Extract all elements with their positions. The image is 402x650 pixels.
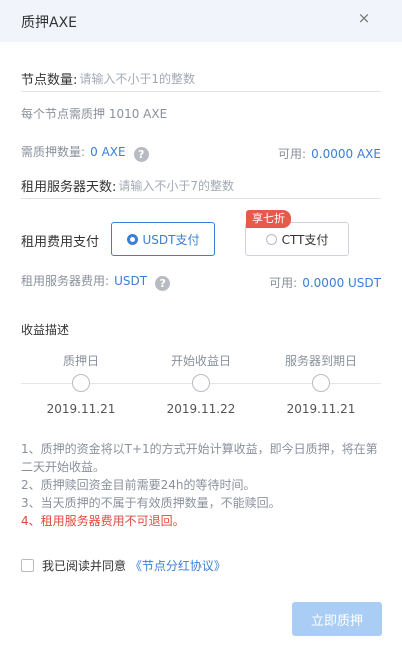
payment-label: 租用费用支付 [21,235,100,250]
earnings-title: 收益描述 [21,323,70,337]
pay-usdt-option[interactable]: USDT支付 [111,222,215,256]
pay-usdt-label: USDT支付 [142,232,200,247]
available-label: 可用: [278,147,307,161]
timeline-dot [312,374,330,392]
agreement-label: 我已阅读并同意 [42,559,127,573]
note-item: 1、质押的资金将以T+1的方式开始计算收益，即今日质押，将在第二天开始收益。 [21,442,378,474]
node-count-field: 节点数量: [21,66,381,92]
step-date: 2019.11.21 [286,402,356,416]
agreement-link[interactable]: 《节点分红协议》 [130,559,226,573]
pledge-available: 可用: 0.0000 AXE [278,143,381,162]
step-date: 2019.11.21 [46,402,116,416]
dialog-title: 质押AXE [21,15,78,31]
notes-list: 1、质押的资金将以T+1的方式开始计算收益，即今日质押，将在第二天开始收益。 2… [21,440,383,530]
server-fee-label: 租用服务器费用: [21,274,110,288]
note-item: 2、质押赎回资金目前需要24h的等待时间。 [21,478,256,492]
step-label: 开始收益日 [170,354,231,368]
help-icon[interactable]: ? [155,276,171,291]
agree-checkbox[interactable] [21,559,34,572]
discount-badge: 享七折 [246,210,291,228]
available-value: 0.0000 AXE [311,147,381,161]
server-fee-row: 租用服务器费用: USDT ? [21,270,171,291]
rent-days-input[interactable] [116,178,381,193]
dialog-header: 质押AXE × [0,0,402,42]
pledge-amount-label: 需质押数量: [21,145,86,159]
node-count-input[interactable] [77,71,381,86]
pledge-amount-row: 需质押数量: 0 AXE ? [21,141,149,162]
help-icon[interactable]: ? [133,147,149,162]
available-value: 0.0000 USDT [302,276,381,290]
note-item-warning: 4、租用服务器费用不可退回。 [21,514,185,528]
timeline-dot [192,374,210,392]
timeline-dot [72,374,90,392]
rent-days-label: 租用服务器天数: [21,180,117,195]
server-fee-available: 可用: 0.0000 USDT [269,272,381,291]
submit-pledge-button[interactable]: 立即质押 [292,602,382,636]
note-item: 3、当天质押的不属于有效质押数量，不能赎回。 [21,496,281,510]
rent-days-field: 租用服务器天数: [21,173,381,199]
radio-unselected-icon [265,233,277,245]
step-label: 质押日 [62,354,99,368]
available-label: 可用: [269,276,298,290]
node-count-label: 节点数量: [21,73,78,88]
step-label: 服务器到期日 [284,354,357,368]
pledge-amount-value: 0 AXE [90,145,126,159]
step-date: 2019.11.22 [166,402,236,416]
pay-ctt-label: CTT支付 [281,232,329,247]
close-icon[interactable]: × [356,9,372,27]
server-fee-value: USDT [114,274,148,288]
radio-selected-icon [126,233,138,245]
agreement-text: 我已阅读并同意 《节点分红协议》 [42,557,226,574]
node-count-hint: 每个节点需质押 1010 AXE [21,107,168,121]
